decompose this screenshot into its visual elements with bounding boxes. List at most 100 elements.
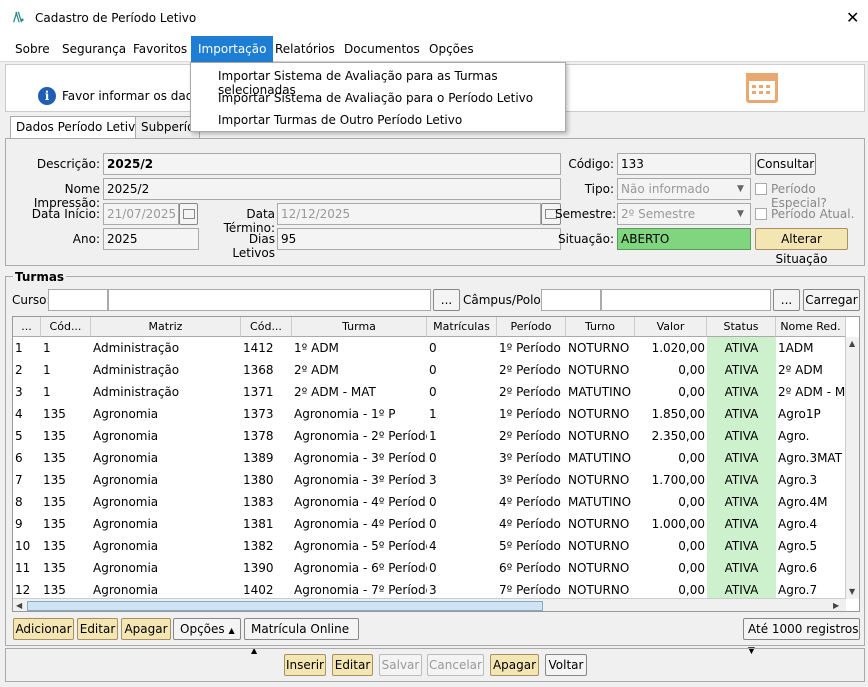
table-row[interactable]: 7 135 Agronomia 1380 Agronomia - 3º Períod..… bbox=[13, 469, 846, 491]
curso-name-field[interactable] bbox=[108, 289, 431, 311]
semestre-label: Semestre: bbox=[555, 207, 617, 221]
adicionar-button[interactable]: Adicionar bbox=[13, 618, 74, 640]
header-col-turma[interactable]: Turma bbox=[292, 317, 427, 337]
periodo-especial-checkbox[interactable] bbox=[755, 183, 767, 195]
scroll-thumb[interactable] bbox=[27, 601, 543, 611]
tab-dados-periodo[interactable]: Dados Período Letivo bbox=[10, 116, 149, 139]
scroll-up-icon[interactable]: ▲ bbox=[849, 339, 855, 348]
semestre-select[interactable]: 2º Semestre bbox=[617, 203, 751, 225]
header-col-turno[interactable]: Turno bbox=[566, 317, 635, 337]
window-title: Cadastro de Período Letivo bbox=[35, 11, 197, 25]
header-col-status[interactable]: Status bbox=[707, 317, 776, 337]
menu-favoritos[interactable]: Favoritos bbox=[126, 36, 194, 62]
tipo-select[interactable]: Não informado bbox=[617, 178, 751, 200]
table-row[interactable]: 11 135 Agronomia 1390 Agronomia - 6º Período… bbox=[13, 557, 846, 579]
cell-periodo: 6º Período bbox=[499, 561, 561, 575]
cell-cod-matriz: 135 bbox=[43, 451, 66, 465]
menu-opcoes[interactable]: Opções bbox=[422, 36, 481, 62]
menu-importacao[interactable]: Importação bbox=[191, 36, 274, 62]
campus-search-button[interactable]: ... bbox=[773, 289, 800, 311]
table-row[interactable]: 9 135 Agronomia 1381 Agronomia - 4º Períod..… bbox=[13, 513, 846, 535]
header-col-matriz[interactable]: Matriz bbox=[91, 317, 241, 337]
turmas-table: ... Cód... Matriz Cód... Turma Matrículas Perí… bbox=[12, 316, 860, 612]
cell-nome-red: 2º ADM bbox=[778, 363, 823, 377]
header-col-cod-turma[interactable]: Cód... bbox=[241, 317, 292, 337]
cell-matriz: Agronomia bbox=[93, 495, 159, 509]
cell-periodo: 2º Período bbox=[499, 429, 561, 443]
cell-periodo: 1º Período bbox=[499, 341, 561, 355]
menu-item-importar-avaliacao-periodo[interactable]: Importar Sistema de Avaliação para o Per… bbox=[218, 91, 533, 105]
table-row[interactable]: 3 1 Administração 1371 2º ADM - MAT 0 2º Perío… bbox=[13, 381, 846, 403]
scroll-down-icon[interactable]: ▼ bbox=[849, 587, 855, 596]
chevron-down-icon: ▼ bbox=[737, 209, 744, 219]
registros-select[interactable]: Até 1000 registros ▼ bbox=[743, 618, 860, 656]
menu-item-importar-turmas[interactable]: Importar Turmas de Outro Período Letivo bbox=[218, 113, 462, 127]
header-col-cod-matriz[interactable]: Cód... bbox=[41, 317, 91, 337]
table-row[interactable]: 5 135 Agronomia 1378 Agronomia - 2º Período 1… bbox=[13, 425, 846, 447]
descricao-field[interactable]: 2025/2 bbox=[103, 153, 561, 175]
cell-turno: MATUTINO bbox=[568, 451, 632, 465]
voltar-button[interactable]: Voltar bbox=[545, 654, 587, 676]
close-icon[interactable]: ✕ bbox=[846, 8, 859, 27]
nome-impressao-field[interactable]: 2025/2 bbox=[103, 178, 561, 200]
cell-cod-matriz: 135 bbox=[43, 473, 66, 487]
inserir-button[interactable]: Inserir bbox=[284, 654, 326, 676]
alterar-situacao-button[interactable]: Alterar Situação bbox=[755, 228, 848, 266]
header-col-index[interactable]: ... bbox=[13, 317, 41, 337]
cell-turma: Agronomia - 3º Períod... bbox=[294, 473, 427, 487]
table-row[interactable]: 8 135 Agronomia 1383 Agronomia - 4º Períod..… bbox=[13, 491, 846, 513]
table-row[interactable]: 10 135 Agronomia 1382 Agronomia - 5º Período… bbox=[13, 535, 846, 557]
cell-matriculas: 0 bbox=[429, 561, 437, 575]
data-termino-field[interactable]: 12/12/2025 bbox=[277, 203, 541, 225]
calendar-small-icon bbox=[183, 209, 195, 219]
menu-documentos[interactable]: Documentos bbox=[337, 36, 427, 62]
horizontal-scrollbar[interactable]: ◀ ▶ bbox=[13, 598, 846, 611]
carregar-button[interactable]: Carregar bbox=[803, 289, 860, 311]
cell-status: ATIVA bbox=[707, 381, 776, 403]
scroll-right-icon[interactable]: ▶ bbox=[833, 601, 839, 610]
periodo-atual-checkbox[interactable] bbox=[755, 208, 767, 220]
menu-relatorios[interactable]: Relatórios bbox=[268, 36, 342, 62]
opcoes-button[interactable]: Opções ▲ bbox=[173, 618, 241, 640]
table-row[interactable]: 4 135 Agronomia 1373 Agronomia - 1º P 1 1º Per… bbox=[13, 403, 846, 425]
cell-turno: NOTURNO bbox=[568, 341, 630, 355]
scroll-left-icon[interactable]: ◀ bbox=[16, 601, 22, 610]
campus-name-field[interactable] bbox=[601, 289, 771, 311]
apagar-grid-button[interactable]: Apagar bbox=[121, 618, 171, 640]
campus-code-field[interactable] bbox=[541, 289, 601, 311]
apagar-button[interactable]: Apagar bbox=[490, 654, 539, 676]
header-col-valor[interactable]: Valor bbox=[635, 317, 707, 337]
cell-cod-turma: 1381 bbox=[243, 517, 274, 531]
ano-field[interactable]: 2025 bbox=[103, 228, 199, 250]
curso-search-button[interactable]: ... bbox=[433, 289, 460, 311]
cell-valor: 2.350,00 bbox=[651, 429, 705, 443]
consultar-button[interactable]: Consultar bbox=[755, 153, 816, 175]
table-row[interactable]: 6 135 Agronomia 1389 Agronomia - 3º Períod..… bbox=[13, 447, 846, 469]
cell-matriculas: 0 bbox=[429, 385, 437, 399]
cell-index: 10 bbox=[15, 539, 31, 553]
data-inicio-calendar-button[interactable] bbox=[179, 203, 198, 225]
vertical-scrollbar[interactable]: ▲ ▼ bbox=[845, 337, 859, 599]
editar-button[interactable]: Editar bbox=[332, 654, 373, 676]
menu-sobre[interactable]: Sobre bbox=[8, 36, 57, 62]
codigo-field[interactable]: 133 bbox=[617, 153, 751, 175]
header-col-periodo[interactable]: Período bbox=[497, 317, 566, 337]
nome-impressao-label: Nome Impressão: bbox=[33, 182, 100, 210]
curso-code-field[interactable] bbox=[48, 289, 108, 311]
header-col-nome-red[interactable]: Nome Red. bbox=[776, 317, 846, 337]
header-col-matriculas[interactable]: Matrículas bbox=[427, 317, 497, 337]
table-row[interactable]: 1 1 Administração 1412 1º ADM 0 1º Período NOTU… bbox=[13, 337, 846, 359]
dias-letivos-field[interactable]: 95 bbox=[277, 228, 561, 250]
cell-status: ATIVA bbox=[707, 535, 776, 557]
editar-grid-button[interactable]: Editar bbox=[77, 618, 118, 640]
matricula-online-button[interactable]: Matrícula Online ▲ bbox=[244, 618, 359, 655]
cell-turno: NOTURNO bbox=[568, 473, 630, 487]
descricao-label: Descrição: bbox=[36, 157, 100, 171]
matricula-online-label: Matrícula Online bbox=[251, 622, 350, 636]
cancelar-button[interactable]: Cancelar bbox=[427, 654, 484, 676]
salvar-button[interactable]: Salvar bbox=[379, 654, 422, 676]
data-inicio-field[interactable]: 21/07/2025 bbox=[103, 203, 179, 225]
menu-seguranca[interactable]: Segurança bbox=[55, 36, 133, 62]
table-row[interactable]: 2 1 Administração 1368 2º ADM 0 2º Período NOTU… bbox=[13, 359, 846, 381]
cell-status: ATIVA bbox=[707, 491, 776, 513]
